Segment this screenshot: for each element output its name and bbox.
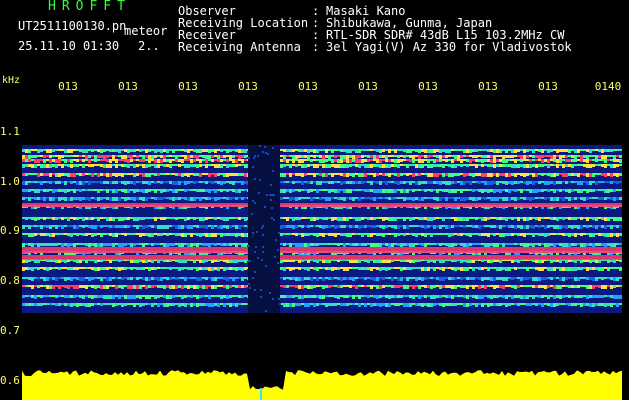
x-tick: 013 [58,80,78,93]
noise-floor-trace [22,370,622,400]
x-tick: 0140 [594,80,622,93]
antenna-colon: : [312,40,320,54]
y-tick: 1.1 [0,125,20,138]
app-title: HROFFT [48,0,131,14]
x-tick: 013 [358,80,378,93]
y-axis-unit: kHz [2,75,21,86]
datetime-label: 25.11.10 01:30 [18,39,120,53]
spectrogram [22,145,622,313]
y-tick: 0.6 [0,374,20,387]
x-tick: 013 [298,80,318,93]
x-tick: 013 [178,80,198,93]
x-tick: 013 [418,80,438,93]
y-tick: 0.9 [0,224,20,237]
meteor-label: meteor [124,24,168,38]
y-tick: 0.8 [0,274,20,287]
antenna-value: 3el Yagi(V) Az 330 for Vladivostok [326,40,572,54]
x-tick: 013 [238,80,258,93]
filename-label: UT2511100130.pn [18,19,127,33]
antenna-label: Receiving Antenna [178,40,301,54]
x-tick: 013 [478,80,498,93]
x-tick: 013 [538,80,558,93]
y-tick: 1.0 [0,175,20,188]
x-tick: 013 [118,80,138,93]
page-count-label: 2.. [138,39,160,53]
y-tick: 0.7 [0,324,20,337]
